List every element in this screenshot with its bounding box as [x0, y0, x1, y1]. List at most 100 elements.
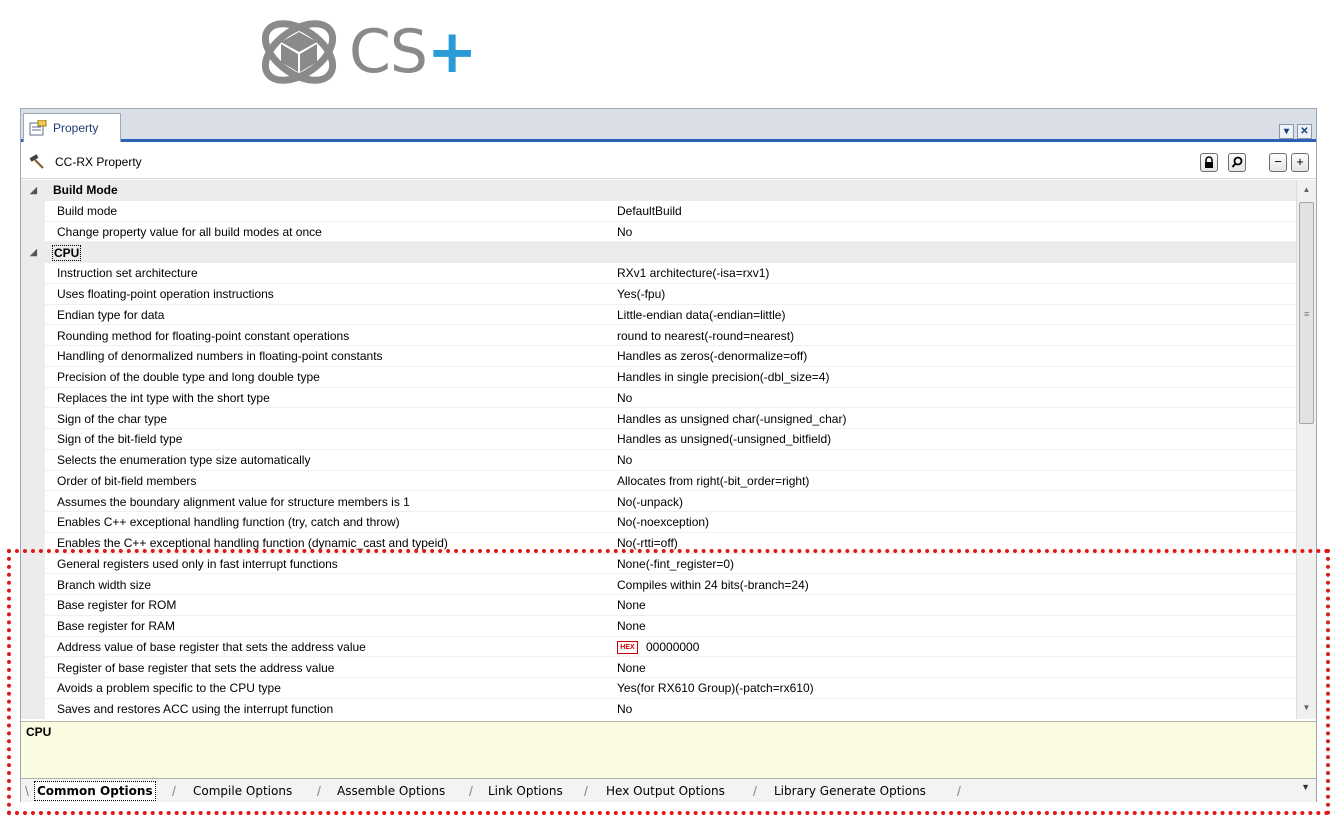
- collapse-triangle-icon[interactable]: ◢: [30, 247, 37, 258]
- property-row[interactable]: Assumes the boundary alignment value for…: [21, 491, 1296, 512]
- plus-icon: +: [1296, 154, 1304, 169]
- property-row[interactable]: Base register for ROM None: [21, 595, 1296, 616]
- row-gutter: [21, 678, 45, 699]
- category-row-cpu[interactable]: ◢ CPU: [21, 242, 1296, 263]
- property-row[interactable]: Replaces the int type with the short typ…: [21, 387, 1296, 409]
- lock-button[interactable]: [1200, 153, 1218, 172]
- property-value[interactable]: None(-fint_register=0): [617, 557, 734, 571]
- tab-common-options[interactable]: Common Options: [34, 781, 156, 801]
- vertical-scrollbar[interactable]: ▲ ≡ ▼: [1296, 180, 1316, 719]
- property-name: Order of bit-field members: [57, 473, 197, 488]
- row-gutter: [21, 512, 45, 533]
- property-value[interactable]: Handles as unsigned(-unsigned_bitfield): [617, 432, 831, 446]
- hammer-icon: [29, 153, 45, 170]
- property-value[interactable]: No: [617, 225, 632, 239]
- hex-value: 00000000: [646, 639, 700, 654]
- row-gutter: [21, 449, 45, 471]
- property-row[interactable]: Enables the C++ exceptional handling fun…: [21, 532, 1296, 554]
- property-value[interactable]: No(-unpack): [617, 495, 683, 509]
- property-row[interactable]: Precision of the double type and long do…: [21, 366, 1296, 388]
- search-button[interactable]: [1228, 153, 1246, 172]
- property-value-hex[interactable]: HEX 00000000: [617, 639, 700, 655]
- row-gutter: [21, 636, 45, 658]
- property-value[interactable]: No: [617, 391, 632, 405]
- property-value[interactable]: Yes(for RX610 Group)(-patch=rx610): [617, 681, 814, 695]
- property-row[interactable]: Change property value for all build mode…: [21, 221, 1296, 243]
- description-pane: CPU: [21, 721, 1316, 778]
- tab-assemble-options[interactable]: Assemble Options: [337, 781, 445, 801]
- scrollbar-thumb[interactable]: ≡: [1299, 202, 1314, 424]
- expand-all-button[interactable]: +: [1291, 153, 1309, 172]
- property-value[interactable]: Handles in single precision(-dbl_size=4): [617, 370, 829, 384]
- property-value[interactable]: round to nearest(-round=nearest): [617, 329, 794, 343]
- tab-library-generate-options[interactable]: Library Generate Options: [774, 781, 926, 801]
- property-value[interactable]: Handles as unsigned char(-unsigned_char): [617, 412, 846, 426]
- property-value[interactable]: None: [617, 619, 646, 633]
- property-value[interactable]: No(-noexception): [617, 515, 709, 529]
- property-row[interactable]: Build mode DefaultBuild: [21, 200, 1296, 222]
- property-value[interactable]: RXv1 architecture(-isa=rxv1): [617, 266, 769, 280]
- tab-compile-options[interactable]: Compile Options: [193, 781, 292, 801]
- property-row[interactable]: Rounding method for floating-point const…: [21, 325, 1296, 346]
- tab-link-options[interactable]: Link Options: [488, 781, 563, 801]
- logo-text: CS+: [349, 14, 477, 90]
- property-row[interactable]: Endian type for data Little-endian data(-…: [21, 304, 1296, 326]
- property-name: Branch width size: [57, 577, 152, 592]
- property-value[interactable]: Little-endian data(-endian=little): [617, 308, 785, 322]
- collapse-all-button[interactable]: −: [1269, 153, 1287, 172]
- property-value[interactable]: DefaultBuild: [617, 204, 682, 218]
- property-row[interactable]: Sign of the char type Handles as unsigned…: [21, 408, 1296, 429]
- logo-text-cs: CS: [349, 17, 428, 87]
- property-row[interactable]: Avoids a problem specific to the CPU typ…: [21, 678, 1296, 699]
- category-row-build-mode[interactable]: ◢ Build Mode: [21, 180, 1296, 201]
- property-value[interactable]: Yes(-fpu): [617, 287, 665, 301]
- chevron-down-icon: ▾: [1283, 126, 1290, 137]
- property-value[interactable]: Handles as zeros(-denormalize=off): [617, 349, 807, 363]
- row-gutter: [21, 346, 45, 367]
- tab-separator: /: [957, 783, 961, 799]
- property-row[interactable]: Base register for RAM None: [21, 615, 1296, 637]
- property-name: Rounding method for floating-point const…: [57, 328, 350, 343]
- property-value[interactable]: No(-rtti=off): [617, 536, 678, 550]
- property-value[interactable]: None: [617, 598, 646, 612]
- row-gutter: [21, 657, 45, 678]
- property-row[interactable]: Saves and restores ACC using the interru…: [21, 698, 1296, 719]
- window-dropdown-button[interactable]: ▾: [1279, 124, 1294, 139]
- property-row[interactable]: Sign of the bit-field type Handles as uns…: [21, 429, 1296, 450]
- property-row[interactable]: Instruction set architecture RXv1 archite…: [21, 263, 1296, 284]
- window-close-button[interactable]: ✕: [1297, 124, 1312, 139]
- property-sheet-icon: [29, 119, 47, 136]
- minus-icon: −: [1274, 154, 1282, 169]
- property-name: General registers used only in fast inte…: [57, 556, 338, 571]
- property-row[interactable]: Order of bit-field members Allocates from…: [21, 470, 1296, 492]
- property-name: Address value of base register that sets…: [57, 639, 366, 654]
- property-name: Precision of the double type and long do…: [57, 370, 320, 385]
- scroll-up-arrow-icon[interactable]: ▲: [1297, 182, 1316, 198]
- property-row[interactable]: Selects the enumeration type size automa…: [21, 449, 1296, 471]
- property-row[interactable]: Handling of denormalized numbers in floa…: [21, 346, 1296, 367]
- property-row[interactable]: Branch width size Compiles within 24 bits…: [21, 574, 1296, 595]
- tab-hex-output-options[interactable]: Hex Output Options: [606, 781, 725, 801]
- property-row[interactable]: Enables C++ exceptional handling functio…: [21, 512, 1296, 533]
- grip-icon: ≡: [1304, 309, 1310, 319]
- tab-list-dropdown-icon[interactable]: ▼: [1301, 782, 1310, 792]
- row-gutter: [21, 408, 45, 429]
- property-value[interactable]: No: [617, 453, 632, 467]
- property-row[interactable]: General registers used only in fast inte…: [21, 553, 1296, 575]
- property-value[interactable]: Compiles within 24 bits(-branch=24): [617, 578, 809, 592]
- property-row[interactable]: Uses floating-point operation instructio…: [21, 283, 1296, 305]
- tab-property[interactable]: Property: [23, 113, 121, 142]
- options-tab-bar: \ Common Options / Compile Options / Ass…: [21, 778, 1316, 802]
- property-value[interactable]: None: [617, 661, 646, 675]
- property-name: Build mode: [57, 204, 118, 219]
- panel-tabstrip: Property ▾ ✕: [21, 109, 1316, 142]
- property-row[interactable]: Address value of base register that sets…: [21, 636, 1296, 658]
- collapse-triangle-icon[interactable]: ◢: [30, 185, 37, 196]
- property-name: Base register for ROM: [57, 598, 177, 613]
- property-name: Replaces the int type with the short typ…: [57, 390, 270, 405]
- property-value[interactable]: Allocates from right(-bit_order=right): [617, 474, 809, 488]
- property-value[interactable]: No: [617, 702, 632, 716]
- scroll-down-arrow-icon[interactable]: ▼: [1297, 700, 1316, 716]
- row-gutter: [21, 532, 45, 554]
- property-row[interactable]: Register of base register that sets the …: [21, 657, 1296, 678]
